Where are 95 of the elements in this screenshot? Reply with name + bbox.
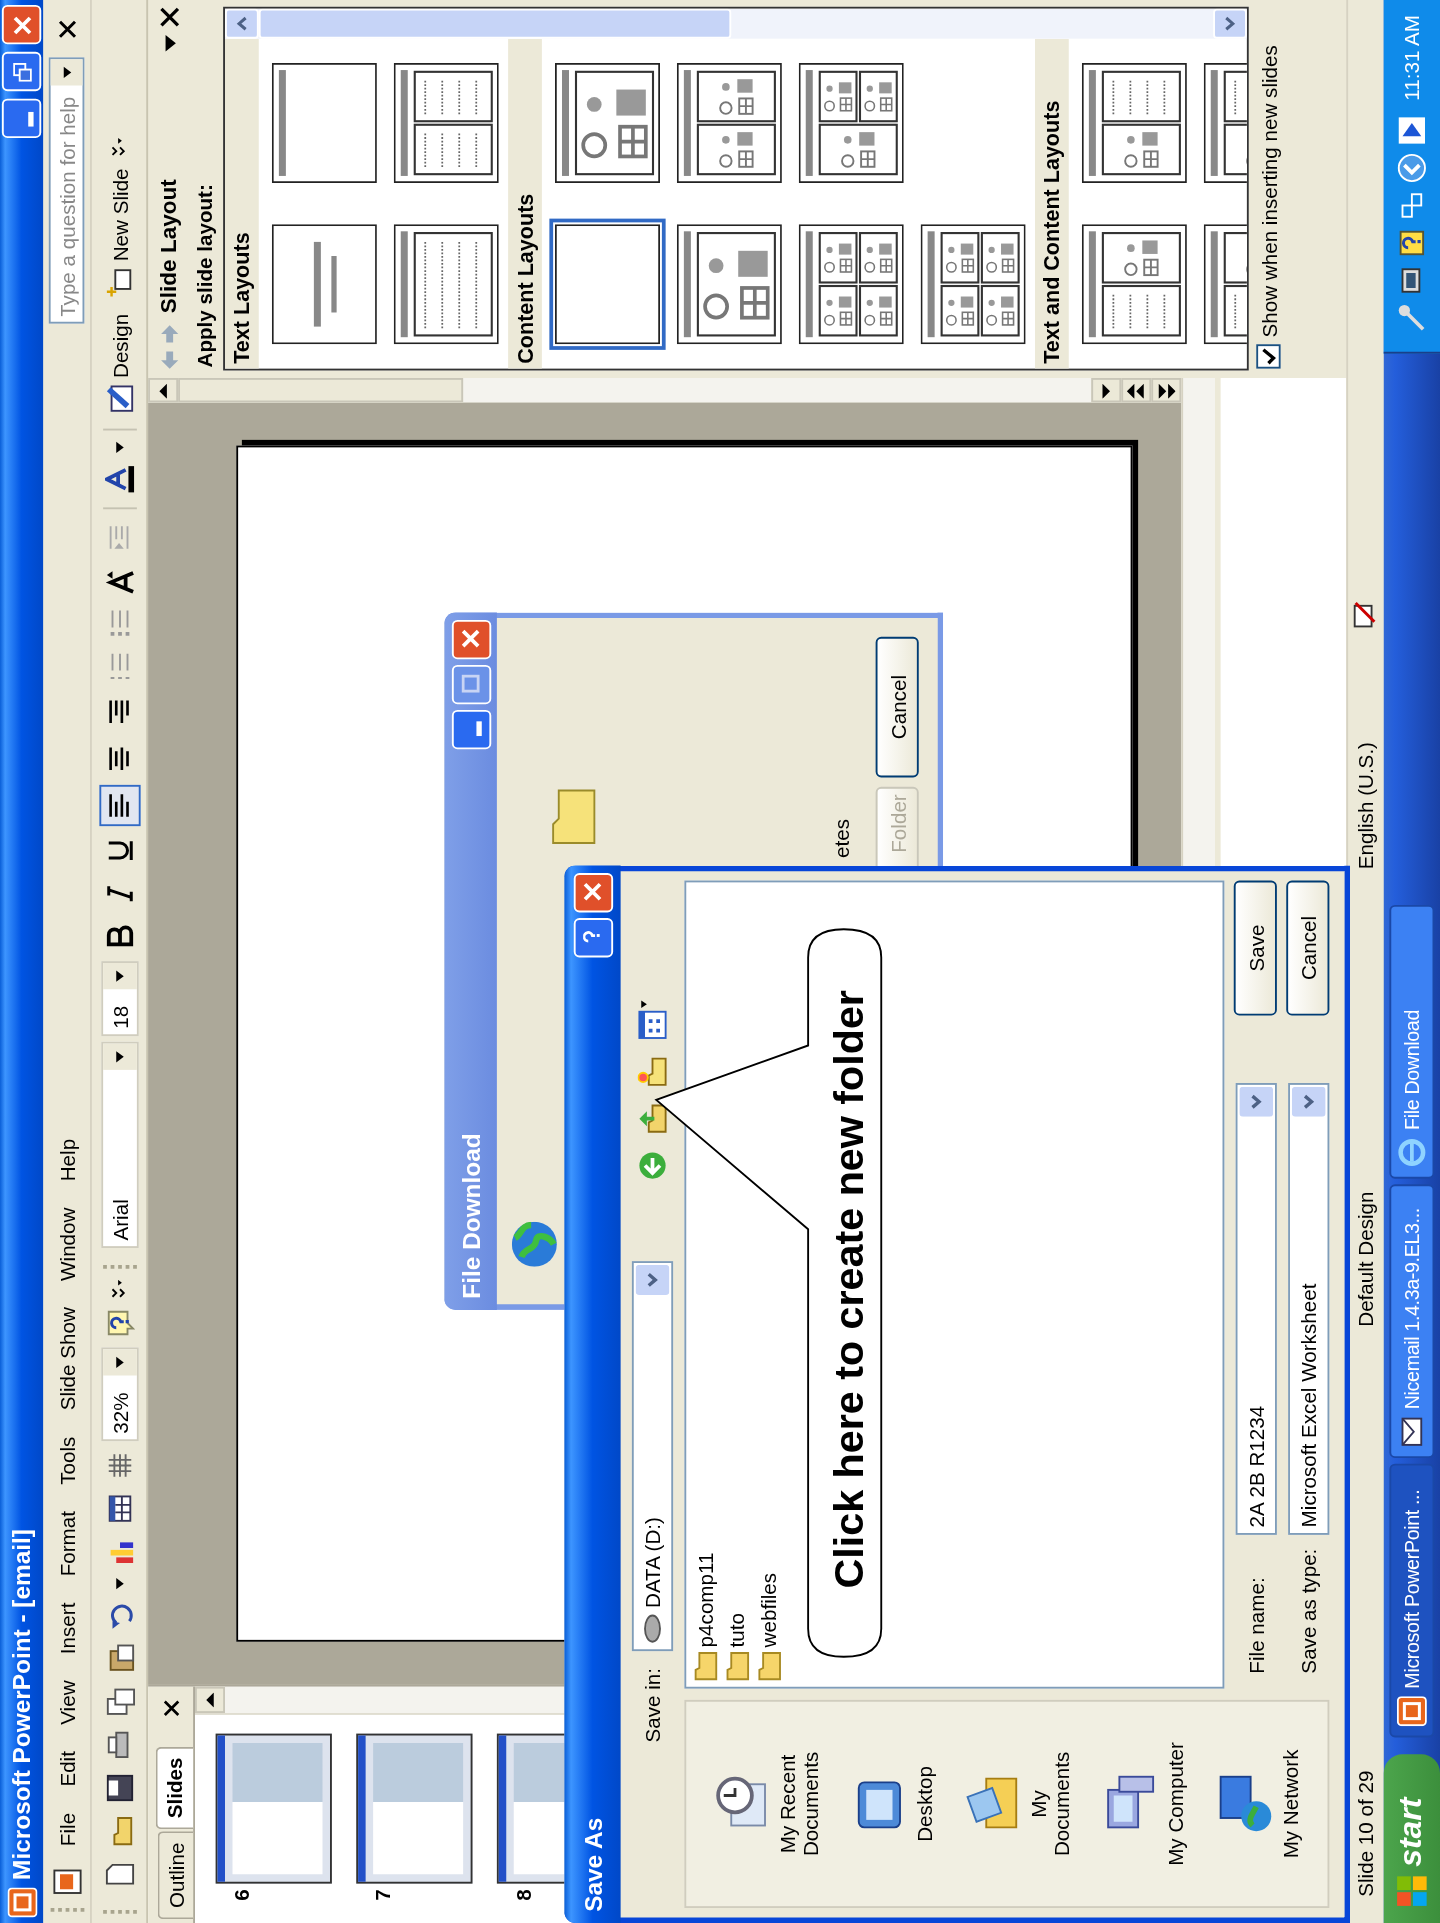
status-text: English (U.S.) [1353,742,1377,870]
close-icon[interactable] [158,7,180,29]
checkbox[interactable] [1256,345,1281,370]
dialog-text: etes [830,819,854,858]
places-item[interactable]: Desktop [848,1766,936,1842]
folder-item[interactable]: webfiles [755,1572,782,1682]
menu-item[interactable]: Help [51,1125,82,1195]
slide-thumbnail[interactable] [215,1733,332,1884]
zoom-field[interactable]: 32% [100,1347,138,1442]
globe-icon [511,1221,557,1267]
menu-item[interactable]: Slide Show [51,1294,82,1424]
start-button[interactable]: start [1383,1754,1440,1923]
folder-icon [755,1651,782,1682]
pane-tab[interactable]: Slides [155,1746,194,1830]
slide-number: 7 [370,1889,395,1903]
places-item[interactable]: My Documents [963,1738,1073,1870]
field-label: Save in: [641,1667,664,1745]
new-slide-button[interactable]: New Slide [100,162,138,303]
taskbar-button[interactable]: Microsoft PowerPoint ... [1389,1463,1435,1738]
places-item[interactable]: My Computer [1100,1742,1188,1866]
places-item[interactable]: My Recent Documents [711,1738,821,1870]
pane-tab[interactable]: Outline [157,1831,194,1920]
design-icon [104,383,135,414]
file-name-field[interactable]: 2A 2B R1234 [1234,1083,1276,1535]
layout-option[interactable] [549,219,666,351]
powerpoint-icon [1396,1696,1427,1726]
checkbox-label: Show when inserting new slides [1257,45,1280,338]
dialog-button[interactable]: Cancel [875,636,919,778]
close-icon [12,15,31,35]
close-icon [583,883,602,903]
show-hidden-icons-icon[interactable] [1396,153,1427,184]
section-heading: Text Layouts [228,39,259,370]
taskbar-button[interactable]: File Download [1389,904,1435,1179]
file-type-dropdown[interactable]: Microsoft Excel Worksheet [1287,1083,1329,1535]
design-button[interactable]: Design [100,308,138,420]
new-folder-icon[interactable] [637,1056,668,1087]
maximize-button[interactable] [450,664,491,705]
close-button[interactable] [572,873,613,913]
maximize-icon [461,675,480,694]
taskbar-button[interactable]: Nicemail 1.4.3a-9.EL3... [1389,1184,1435,1458]
menu-item[interactable]: File [51,1799,82,1860]
section-heading: Text and Content Layouts [1035,39,1069,370]
restore-button[interactable] [1,52,42,92]
status-text: Default Design [1353,1191,1377,1327]
align-left-button[interactable] [98,784,140,827]
minimize-icon [27,111,33,127]
menu-item[interactable]: Insert [51,1589,82,1668]
menu-item[interactable]: Edit [51,1737,82,1800]
up-folder-icon[interactable] [637,1103,668,1134]
menu-item[interactable]: View [51,1667,82,1738]
status-text: Slide 10 of 29 [1353,1770,1377,1897]
next-slide-icon[interactable] [1156,383,1176,399]
slide-thumbnail[interactable] [356,1733,473,1884]
folder-item[interactable]: tuto [723,1612,750,1682]
previous-slide-icon[interactable] [1126,383,1146,399]
close-button[interactable] [1,5,42,45]
task-pane-title: Slide Layout [155,179,182,314]
drive-icon [641,1613,664,1644]
checkmark-icon [1260,348,1277,366]
minimize-button[interactable] [450,709,491,750]
browser-icon [1396,1137,1427,1168]
cancel-button[interactable]: Cancel [1286,880,1330,1016]
views-menu-icon[interactable] [637,998,668,1040]
close-icon [461,630,480,649]
field-label: Save as type: [1296,1547,1320,1676]
minimize-button[interactable] [1,99,42,139]
menu-item[interactable]: Tools [51,1423,82,1498]
field-label: File name: [1244,1576,1267,1676]
window-title: Microsoft PowerPoint - [email] [7,1529,36,1880]
play-icon [1396,115,1427,146]
callout-text: Click here to create new folder [825,989,873,1591]
save-button[interactable]: Save [1233,880,1277,1016]
dialog-title: File Download [456,1133,485,1299]
menu-item[interactable]: Window [51,1194,82,1295]
task-pane-subtitle: Apply slide layout: [192,183,217,370]
restore-icon [12,62,31,82]
font-field[interactable]: Arial [100,1041,138,1248]
dialog-title: Save As [578,1817,607,1912]
close-icon[interactable] [57,20,76,40]
section-heading: Content Layouts [508,39,542,370]
windows-logo-icon [1395,1874,1429,1908]
save-in-dropdown[interactable]: DATA (D:) [631,1261,674,1652]
powerpoint-icon [6,1887,37,1918]
font-size-field[interactable]: 18 [100,961,138,1037]
slide-number: 6 [229,1889,255,1903]
folder-item[interactable]: p4comp11 [691,1552,719,1682]
help-search-field[interactable]: Type a question for help [48,58,85,325]
minimize-icon [476,722,482,738]
close-icon[interactable] [163,1699,180,1717]
close-button[interactable] [450,619,491,660]
places-item[interactable]: My Network [1215,1749,1302,1859]
menu-item[interactable]: Format [51,1497,82,1590]
back-icon[interactable] [637,1150,668,1181]
clock: 11:31 AM [1400,15,1424,101]
help-button[interactable] [572,918,613,958]
